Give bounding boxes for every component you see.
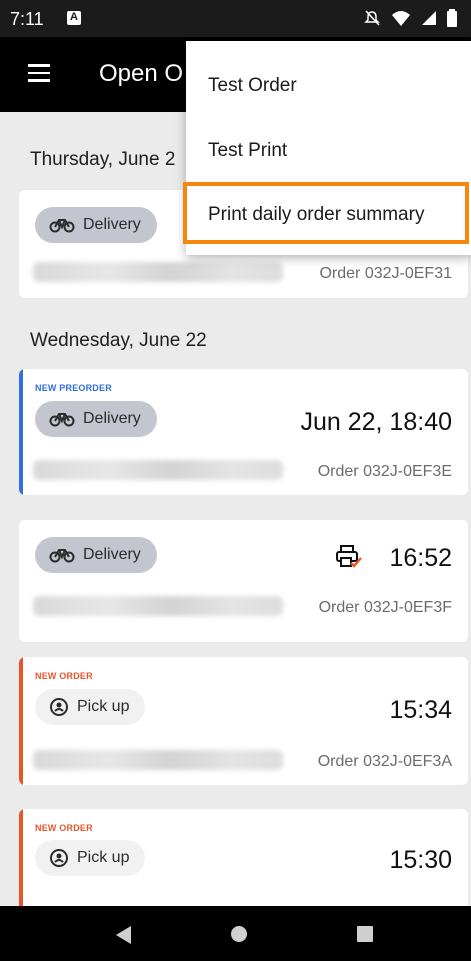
page-title: Open O xyxy=(99,60,184,87)
home-icon[interactable] xyxy=(231,926,247,942)
new-order-accent-bar xyxy=(19,657,23,785)
signal-icon xyxy=(422,11,436,25)
status-time: 7:11 xyxy=(10,9,44,29)
battery-icon xyxy=(447,9,457,27)
status-bar: 7:11 xyxy=(0,0,471,37)
menu-icon[interactable] xyxy=(28,64,50,82)
delivery-chip: Delivery xyxy=(35,207,157,243)
preorder-accent-bar xyxy=(19,369,23,495)
order-time: 15:30 xyxy=(389,846,452,874)
menu-item-test-print[interactable]: Test Print xyxy=(208,140,287,162)
menu-item-test-order[interactable]: Test Order xyxy=(208,75,297,97)
pickup-chip: Pick up xyxy=(35,840,146,876)
order-type-label: Delivery xyxy=(83,410,141,427)
status-badge: NEW ORDER xyxy=(35,823,93,833)
order-card[interactable]: NEW PREORDER Delivery Jun 22, 18:40 Orde… xyxy=(19,369,468,495)
order-time: 16:52 xyxy=(389,544,452,572)
order-time: Jun 22, 18:40 xyxy=(300,408,452,436)
day-header-thursday: Thursday, June 2 xyxy=(30,149,176,170)
navigation-bar xyxy=(0,906,471,961)
bicycle-icon xyxy=(49,549,75,563)
delivery-chip: Delivery xyxy=(35,401,157,437)
bicycle-icon xyxy=(49,413,75,427)
order-time: 15:34 xyxy=(389,696,452,724)
printer-check-icon xyxy=(336,545,362,568)
recents-icon[interactable] xyxy=(357,926,373,942)
status-badge: NEW ORDER xyxy=(35,671,93,681)
order-card[interactable]: Delivery 16:52 Order 032J-0EF3F xyxy=(19,520,468,642)
order-number: Order 032J-0EF3F xyxy=(318,599,452,616)
back-icon[interactable] xyxy=(115,925,133,945)
mute-icon xyxy=(364,10,380,26)
status-badge: NEW PREORDER xyxy=(35,383,112,393)
location-pin-icon xyxy=(50,849,68,867)
day-header-wednesday: Wednesday, June 22 xyxy=(30,330,207,351)
order-card[interactable]: NEW ORDER Pick up 15:34 Order 032J-0EF3A xyxy=(19,657,468,785)
customer-address xyxy=(33,596,283,616)
customer-address xyxy=(33,460,283,480)
notification-icon xyxy=(67,11,81,25)
order-type-label: Pick up xyxy=(77,849,130,866)
order-type-label: Delivery xyxy=(83,546,141,563)
customer-address xyxy=(33,750,283,770)
bicycle-icon xyxy=(49,219,75,233)
location-pin-icon xyxy=(50,698,68,716)
order-type-label: Pick up xyxy=(77,698,130,715)
delivery-chip: Delivery xyxy=(35,537,157,573)
order-number: Order 032J-0EF31 xyxy=(319,265,452,282)
wifi-icon xyxy=(392,11,410,26)
pickup-chip: Pick up xyxy=(35,689,146,725)
order-number: Order 032J-0EF3E xyxy=(317,463,452,480)
order-number: Order 032J-0EF3A xyxy=(317,753,452,770)
order-type-label: Delivery xyxy=(83,216,141,233)
customer-address xyxy=(33,262,283,282)
highlight-box xyxy=(183,182,469,244)
